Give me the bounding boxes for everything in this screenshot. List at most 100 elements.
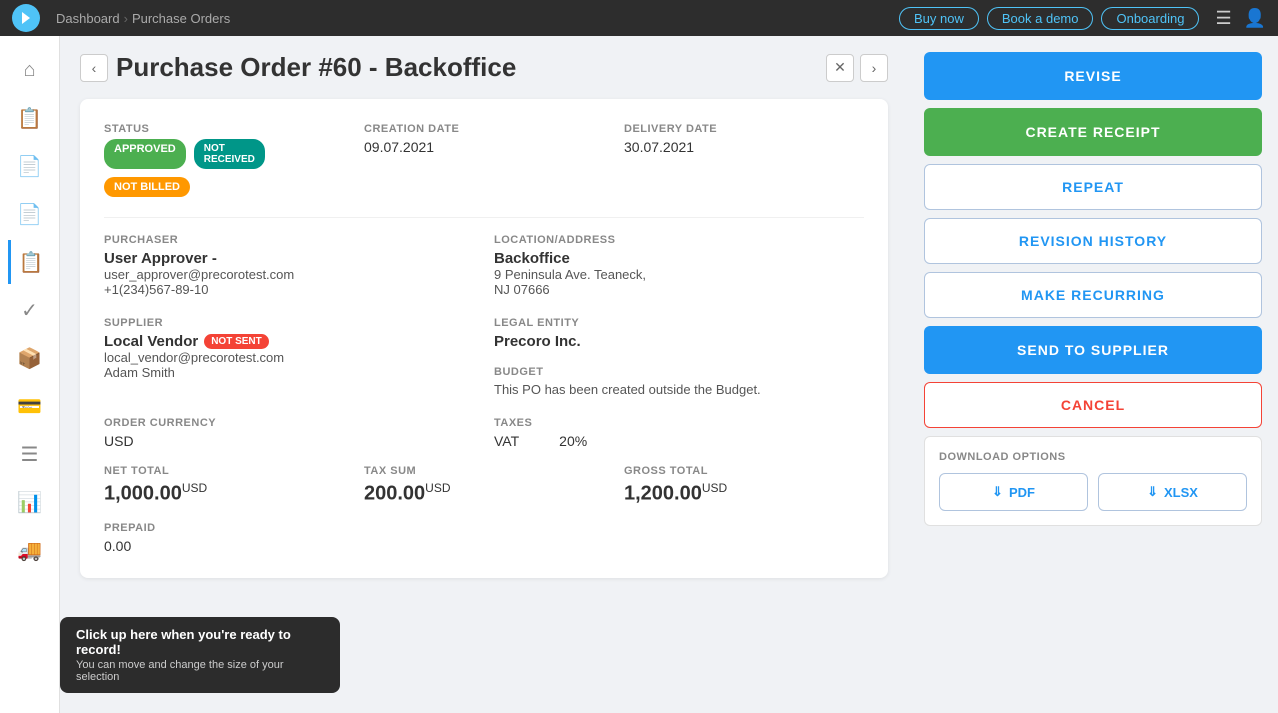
sidebar-item-reports[interactable]: 📊: [8, 480, 52, 524]
po-card: STATUS APPROVED NOTRECEIVED NOT BILLED C…: [80, 99, 888, 578]
back-button[interactable]: ‹: [80, 54, 108, 82]
net-total-label: NET TOTAL: [104, 465, 344, 477]
buy-now-button[interactable]: Buy now: [899, 7, 979, 30]
onboarding-button[interactable]: Onboarding: [1101, 7, 1199, 30]
gross-total-value: 1,200.00USD: [624, 481, 864, 506]
send-to-supplier-button[interactable]: SEND TO SUPPLIER: [924, 326, 1262, 374]
supplier-email: local_vendor@precorotest.com: [104, 350, 474, 365]
currency-label: ORDER CURRENCY: [104, 417, 474, 429]
currency-value: USD: [104, 433, 474, 449]
breadcrumb-purchase-orders[interactable]: Purchase Orders: [132, 11, 230, 26]
sidebar-item-receipts[interactable]: 📄: [8, 144, 52, 188]
taxes-label: TAXES: [494, 417, 864, 429]
tax-sum-label: TAX SUM: [364, 465, 604, 477]
status-block: STATUS APPROVED NOTRECEIVED NOT BILLED: [104, 123, 344, 197]
sidebar-item-orders[interactable]: 📋: [8, 96, 52, 140]
sidebar-item-approvals[interactable]: ✓: [8, 288, 52, 332]
right-panel: REVISE CREATE RECEIPT REPEAT REVISION HI…: [908, 36, 1278, 713]
supplier-block: SUPPLIER Local Vendor NOT SENT local_ven…: [104, 317, 474, 397]
download-xlsx-icon: ⇓: [1147, 484, 1158, 500]
creation-date-label: CREATION DATE: [364, 123, 604, 135]
sidebar-item-payments[interactable]: 💳: [8, 384, 52, 428]
net-total-value: 1,000.00USD: [104, 481, 344, 506]
download-xlsx-button[interactable]: ⇓ XLSX: [1098, 473, 1247, 511]
sidebar: ⌂ 📋 📄 📄 📋 ✓ 📦 💳 ☰ 📊 🚚: [0, 36, 60, 713]
page-title: Purchase Order #60 - Backoffice: [116, 52, 818, 83]
purchaser-phone: +1(234)567-89-10: [104, 282, 474, 297]
page-header: ‹ Purchase Order #60 - Backoffice ✕ ›: [80, 52, 888, 83]
legal-entity-label: LEGAL ENTITY: [494, 317, 864, 329]
page-nav-right: ✕ ›: [826, 54, 888, 82]
delivery-date-block: DELIVERY DATE 30.07.2021: [624, 123, 864, 197]
prepaid-value: 0.00: [104, 538, 864, 554]
location-label: LOCATION/ADDRESS: [494, 234, 864, 246]
location-block: LOCATION/ADDRESS Backoffice 9 Peninsula …: [494, 234, 864, 297]
sidebar-item-logistics[interactable]: 🚚: [8, 528, 52, 572]
download-buttons: ⇓ PDF ⇓ XLSX: [939, 473, 1247, 511]
budget-block: BUDGET This PO has been created outside …: [494, 366, 864, 397]
budget-label: BUDGET: [494, 366, 864, 378]
supplier-contact: Adam Smith: [104, 365, 474, 380]
download-pdf-button[interactable]: ⇓ PDF: [939, 473, 1088, 511]
purchaser-block: PURCHASER User Approver - user_approver@…: [104, 234, 474, 297]
creation-date-value: 09.07.2021: [364, 139, 604, 155]
book-demo-button[interactable]: Book a demo: [987, 7, 1094, 30]
notifications-icon[interactable]: ☰: [1215, 8, 1231, 29]
cancel-button[interactable]: CANCEL: [924, 382, 1262, 428]
legal-entity-block: LEGAL ENTITY Precoro Inc.: [494, 317, 864, 350]
xlsx-label: XLSX: [1164, 485, 1198, 500]
download-section: DOWNLOAD OPTIONS ⇓ PDF ⇓ XLSX: [924, 436, 1262, 526]
budget-text: This PO has been created outside the Bud…: [494, 382, 864, 397]
download-icon: ⇓: [992, 484, 1003, 500]
sidebar-item-invoices[interactable]: 📄: [8, 192, 52, 236]
status-label: STATUS: [104, 123, 344, 135]
download-options-label: DOWNLOAD OPTIONS: [939, 451, 1247, 463]
status-badges: APPROVED NOTRECEIVED NOT BILLED: [104, 139, 344, 197]
gross-total-block: GROSS TOTAL 1,200.00USD: [624, 465, 864, 506]
location-address1: 9 Peninsula Ave. Teaneck,: [494, 267, 864, 282]
supplier-name: Local Vendor: [104, 333, 198, 350]
net-total-block: NET TOTAL 1,000.00USD: [104, 465, 344, 506]
supplier-label: SUPPLIER: [104, 317, 474, 329]
tax-sum-block: TAX SUM 200.00USD: [364, 465, 604, 506]
tax-sum-value: 200.00USD: [364, 481, 604, 506]
purchaser-name: User Approver -: [104, 250, 474, 267]
totals-section: NET TOTAL 1,000.00USD TAX SUM 200.00USD …: [104, 465, 864, 506]
prepaid-block: PREPAID 0.00: [104, 522, 864, 554]
creation-date-block: CREATION DATE 09.07.2021: [364, 123, 604, 197]
badge-not-billed: NOT BILLED: [104, 177, 190, 197]
tax-pct: 20%: [559, 433, 587, 449]
create-receipt-button[interactable]: CREATE RECEIPT: [924, 108, 1262, 156]
breadcrumb-dashboard[interactable]: Dashboard: [56, 11, 120, 26]
gross-total-label: GROSS TOTAL: [624, 465, 864, 477]
sidebar-item-home[interactable]: ⌂: [8, 48, 52, 92]
next-nav-button[interactable]: ›: [860, 54, 888, 82]
main-content: ‹ Purchase Order #60 - Backoffice ✕ › ST…: [60, 36, 908, 713]
top-nav-buttons: Buy now Book a demo Onboarding: [899, 7, 1199, 30]
revise-button[interactable]: REVISE: [924, 52, 1262, 100]
revision-history-button[interactable]: REVISION HISTORY: [924, 218, 1262, 264]
breadcrumb: Dashboard › Purchase Orders: [56, 11, 230, 26]
currency-block: ORDER CURRENCY USD: [104, 417, 474, 449]
top-nav: Dashboard › Purchase Orders Buy now Book…: [0, 0, 1278, 36]
supplier-not-sent-badge: NOT SENT: [204, 334, 269, 349]
legal-entity-value: Precoro Inc.: [494, 333, 864, 350]
prepaid-label: PREPAID: [104, 522, 864, 534]
tooltip-line1: Click up here when you're ready to recor…: [76, 627, 324, 657]
pdf-label: PDF: [1009, 485, 1035, 500]
user-icon[interactable]: 👤: [1244, 8, 1266, 29]
delivery-date-value: 30.07.2021: [624, 139, 864, 155]
main-layout: ⌂ 📋 📄 📄 📋 ✓ 📦 💳 ☰ 📊 🚚 ‹ Purchase Order #…: [0, 36, 1278, 713]
delivery-date-label: DELIVERY DATE: [624, 123, 864, 135]
sidebar-item-catalog[interactable]: 📦: [8, 336, 52, 380]
make-recurring-button[interactable]: MAKE RECURRING: [924, 272, 1262, 318]
close-nav-button[interactable]: ✕: [826, 54, 854, 82]
location-address2: NJ 07666: [494, 282, 864, 297]
purchaser-label: PURCHASER: [104, 234, 474, 246]
sidebar-item-menu[interactable]: ☰: [8, 432, 52, 476]
sidebar-item-po[interactable]: 📋: [8, 240, 52, 284]
repeat-button[interactable]: REPEAT: [924, 164, 1262, 210]
badge-approved: APPROVED: [104, 139, 186, 169]
taxes-block: TAXES VAT 20%: [494, 417, 864, 449]
app-logo: [12, 4, 40, 32]
